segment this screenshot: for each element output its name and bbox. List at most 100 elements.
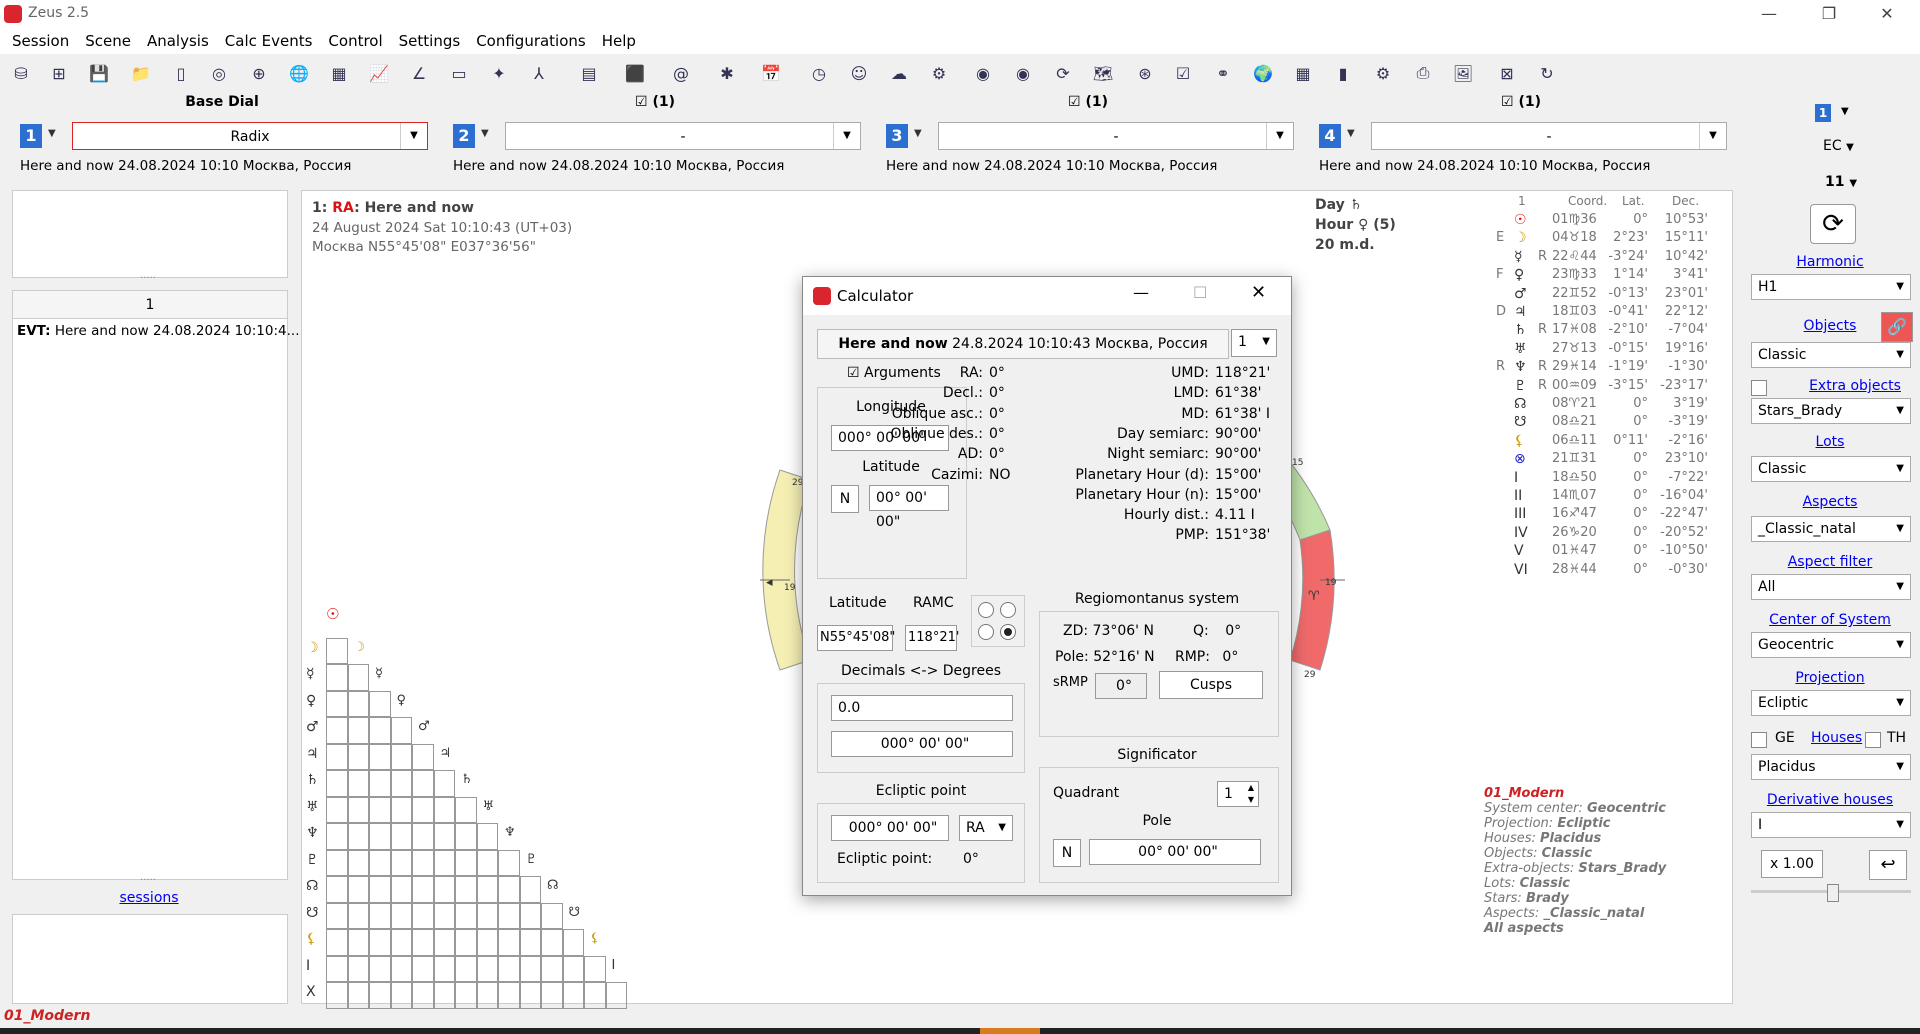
aspect-cell[interactable] xyxy=(455,823,477,850)
aspect-cell[interactable] xyxy=(369,849,391,876)
aspect-cell[interactable] xyxy=(476,876,498,903)
aspect-cell[interactable] xyxy=(347,955,369,982)
aspect-cell[interactable] xyxy=(347,743,369,770)
cusps-button[interactable]: Cusps xyxy=(1159,671,1263,699)
splitter-handle[interactable]: ..... xyxy=(140,270,156,281)
radio-option-1[interactable] xyxy=(978,602,994,618)
back-arrow-icon[interactable]: ↩ xyxy=(1869,850,1907,880)
aspect-cell[interactable] xyxy=(498,929,520,956)
aspect-cell[interactable] xyxy=(455,982,477,1009)
aspect-cell[interactable] xyxy=(605,982,627,1009)
dial-header-4[interactable]: ☑ (1) xyxy=(1311,94,1731,114)
derivative-houses-select[interactable]: I ▼ xyxy=(1751,812,1911,838)
aspect-cell[interactable] xyxy=(476,823,498,850)
aspect-cell[interactable] xyxy=(369,955,391,982)
aspect-cell[interactable] xyxy=(455,876,477,903)
extra-objects-link[interactable]: Extra objects xyxy=(1795,378,1915,394)
latitude-ns-button[interactable]: N xyxy=(831,485,859,513)
aspect-cell[interactable] xyxy=(455,902,477,929)
aspect-cell[interactable] xyxy=(433,876,455,903)
cloud-icon[interactable]: ☁ xyxy=(888,62,910,84)
table-row[interactable]: ♅ 27♉13 -0°15' 19°16' xyxy=(1496,341,1720,359)
menu-scene[interactable]: Scene xyxy=(77,28,139,54)
aspect-cell[interactable] xyxy=(412,743,434,770)
target-red-icon[interactable]: ◉ xyxy=(972,62,994,84)
close-icon[interactable]: ✕ xyxy=(1864,0,1910,28)
table-row[interactable]: D ♃ 18♊03 -0°41' 22°12' xyxy=(1496,304,1720,322)
objects-select[interactable]: Classic ▼ xyxy=(1751,342,1911,368)
aspect-cell[interactable] xyxy=(390,770,412,797)
aspect-cell[interactable] xyxy=(498,849,520,876)
chevron-down-icon[interactable]: ▼ xyxy=(400,123,427,149)
link-icon[interactable]: 🔗 xyxy=(1881,312,1913,342)
splitter-handle[interactable]: ..... xyxy=(140,872,156,883)
radio-option-4[interactable] xyxy=(1000,624,1016,640)
dial-number-badge[interactable]: 4 xyxy=(1319,124,1341,148)
aspect-cell[interactable] xyxy=(347,717,369,744)
aspect-cell[interactable] xyxy=(412,876,434,903)
aspect-cell[interactable] xyxy=(541,955,563,982)
document-icon[interactable]: ▯ xyxy=(170,62,192,84)
center-select[interactable]: Geocentric ▼ xyxy=(1751,632,1911,658)
checkbox-icon[interactable]: ☑ xyxy=(1172,62,1194,84)
pole-input[interactable]: 00° 00' 00" xyxy=(1089,839,1261,865)
aspect-cell[interactable] xyxy=(519,929,541,956)
red-nodes-icon[interactable]: ⚭ xyxy=(1212,62,1234,84)
aspect-cell[interactable] xyxy=(369,929,391,956)
aspect-filter-link[interactable]: Aspect filter xyxy=(1745,554,1915,570)
aspect-cell[interactable] xyxy=(390,743,412,770)
aspect-cell[interactable] xyxy=(412,770,434,797)
aspect-cell[interactable] xyxy=(584,982,606,1009)
close-box-icon[interactable]: ⊠ xyxy=(1496,62,1518,84)
aspect-cell[interactable] xyxy=(347,770,369,797)
aspect-cell[interactable] xyxy=(584,955,606,982)
aspect-cell[interactable] xyxy=(326,982,348,1009)
aspect-cell[interactable] xyxy=(369,690,391,717)
houses-link[interactable]: Houses xyxy=(1811,730,1862,746)
dial-number-badge[interactable]: 2 xyxy=(453,124,475,148)
aspect-cell[interactable] xyxy=(498,876,520,903)
grid-table-icon[interactable]: ▦ xyxy=(1292,62,1314,84)
aspect-cell[interactable] xyxy=(326,902,348,929)
aspect-cell[interactable] xyxy=(347,876,369,903)
aspect-cell[interactable] xyxy=(390,849,412,876)
table-row[interactable]: ☉ 01♍36 0° 10°53' xyxy=(1496,212,1720,230)
people-icon[interactable]: ☺ xyxy=(848,62,870,84)
dial-number-badge[interactable]: 3 xyxy=(886,124,908,148)
aspect-cell[interactable] xyxy=(390,876,412,903)
menu-analysis[interactable]: Analysis xyxy=(139,28,217,54)
chevron-down-icon[interactable]: ▼ xyxy=(1347,128,1355,139)
gear-blue-icon[interactable]: ⚙ xyxy=(928,62,950,84)
extra-objects-select[interactable]: Stars_Brady ▼ xyxy=(1751,398,1911,424)
graph-icon[interactable]: 📈 xyxy=(368,62,390,84)
aspect-filter-select[interactable]: All ▼ xyxy=(1751,574,1911,600)
aspect-cell[interactable] xyxy=(369,876,391,903)
chevron-down-icon[interactable]: ▼ xyxy=(833,123,860,149)
chevron-down-icon[interactable]: ▼ xyxy=(1699,123,1726,149)
aspect-cell[interactable] xyxy=(347,796,369,823)
aspect-cell[interactable] xyxy=(541,902,563,929)
zoom-value[interactable]: x 1.00 xyxy=(1761,850,1823,878)
settings-icon[interactable]: ⚙ xyxy=(1372,62,1394,84)
asterisk-icon[interactable]: ✱ xyxy=(716,62,738,84)
clock-icon[interactable]: ◷ xyxy=(808,62,830,84)
ecliptic-input[interactable]: 000° 00' 00" xyxy=(831,815,949,841)
blocks-icon[interactable]: ⬛ xyxy=(624,62,646,84)
menu-configurations[interactable]: Configurations xyxy=(468,28,594,54)
aspect-cell[interactable] xyxy=(476,849,498,876)
houses-select[interactable]: Placidus ▼ xyxy=(1751,754,1911,780)
table-row[interactable]: I 18♎50 0° -7°22' xyxy=(1496,470,1720,488)
axis-icon[interactable]: ⅄ xyxy=(528,62,550,84)
decimal-input[interactable]: 0.0 xyxy=(831,695,1013,721)
calculator-icon[interactable]: ▦ xyxy=(328,62,350,84)
lots-link[interactable]: Lots xyxy=(1745,434,1915,450)
aspect-cell[interactable] xyxy=(412,982,434,1009)
aspect-cell[interactable] xyxy=(326,796,348,823)
table-row[interactable]: IV 26♑20 0° -20°52' xyxy=(1496,525,1720,543)
aspect-cell[interactable] xyxy=(476,929,498,956)
sessions-link[interactable]: sessions xyxy=(12,890,286,906)
aspect-cell[interactable] xyxy=(326,690,348,717)
globe-red-icon[interactable]: ⊕ xyxy=(248,62,270,84)
close-icon[interactable]: ✕ xyxy=(1251,282,1266,303)
aspect-cell[interactable] xyxy=(433,902,455,929)
